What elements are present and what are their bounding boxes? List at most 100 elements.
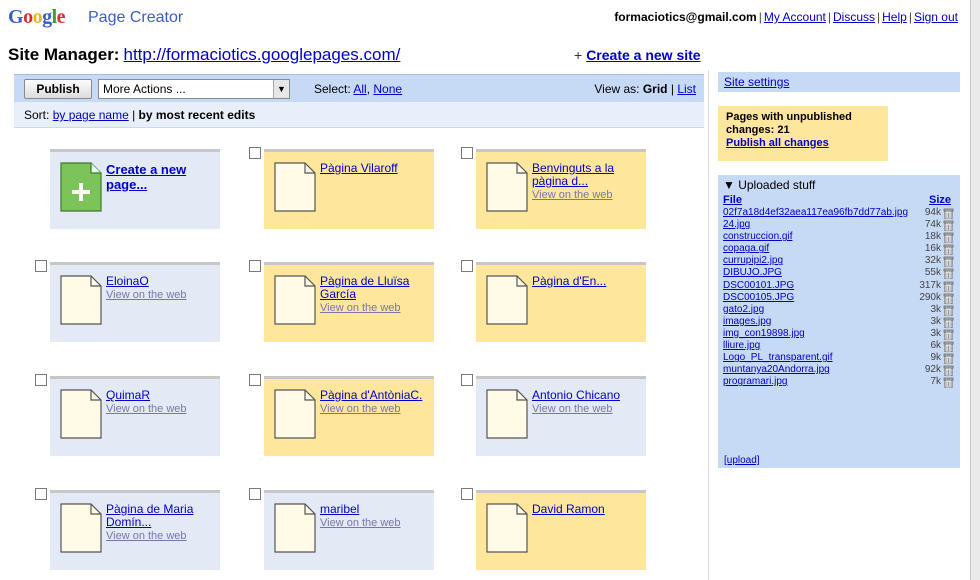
page-name-link[interactable]: David Ramon — [532, 503, 642, 516]
file-link[interactable]: 24.jpg — [723, 219, 750, 230]
page-tile[interactable]: Antonio Chicano View on the web — [461, 374, 646, 456]
page-name-link[interactable]: Pàgina d'En... — [532, 275, 642, 288]
sort-by-name-link[interactable]: by page name — [53, 108, 129, 122]
file-link[interactable]: lliure.jpg — [723, 340, 760, 351]
page-name-link[interactable]: Pàgina de Maria Domín... — [106, 503, 216, 529]
scrollbar[interactable] — [970, 0, 980, 580]
file-link[interactable]: DIBUJO.JPG — [723, 267, 782, 278]
page-checkbox[interactable] — [461, 147, 473, 159]
view-on-web-link[interactable]: View on the web — [106, 289, 187, 301]
page-icon[interactable] — [486, 162, 528, 212]
publish-all-link[interactable]: Publish all changes — [726, 137, 829, 149]
page-name-link[interactable]: maribel — [320, 503, 430, 516]
file-link[interactable]: programari.jpg — [723, 376, 787, 387]
view-list-link[interactable]: List — [677, 82, 696, 96]
page-tile[interactable]: EloinaO View on the web — [35, 260, 220, 342]
page-tile[interactable]: David Ramon — [461, 488, 646, 570]
file-link[interactable]: 02f7a18d4ef32aea117ea96fb7dd77ab.jpg — [723, 207, 908, 218]
help-link[interactable]: Help — [882, 10, 907, 24]
page-icon[interactable] — [486, 503, 528, 553]
view-on-web-link[interactable]: View on the web — [532, 189, 613, 201]
uploaded-stuff-toggle[interactable]: ▼ Uploaded stuff — [723, 178, 955, 192]
page-tile[interactable]: Pàgina Vilaroff — [249, 147, 434, 229]
page-tile[interactable]: maribel View on the web — [249, 488, 434, 570]
page-icon[interactable] — [274, 162, 316, 212]
page-icon[interactable] — [60, 275, 102, 325]
page-icon[interactable] — [60, 389, 102, 439]
more-actions-select[interactable]: More Actions ... ▼ — [98, 79, 290, 99]
trash-icon[interactable] — [943, 293, 954, 305]
page-name-link[interactable]: Benvinguts a la pàgina d... — [532, 162, 642, 188]
new-page-icon[interactable] — [60, 162, 102, 212]
view-on-web-link[interactable]: View on the web — [106, 403, 187, 415]
page-icon[interactable] — [274, 503, 316, 553]
google-logo[interactable]: Google — [8, 6, 66, 29]
view-on-web-link[interactable]: View on the web — [106, 530, 187, 542]
file-link[interactable]: muntanya20Andorra.jpg — [723, 364, 830, 375]
trash-icon[interactable] — [943, 220, 954, 232]
page-tile[interactable]: Pàgina d'AntòniaC. View on the web — [249, 374, 434, 456]
publish-button[interactable]: Publish — [24, 79, 92, 99]
page-checkbox[interactable] — [249, 488, 261, 500]
file-column-header[interactable]: File — [723, 194, 742, 206]
trash-icon[interactable] — [943, 365, 954, 377]
page-tile[interactable]: Pàgina de Lluïsa García View on the web — [249, 260, 434, 342]
trash-icon[interactable] — [943, 268, 954, 280]
file-link[interactable]: images.jpg — [723, 316, 771, 327]
trash-icon[interactable] — [943, 244, 954, 256]
page-icon[interactable] — [274, 389, 316, 439]
page-name-link[interactable]: Create a new page... — [106, 162, 216, 192]
page-tile[interactable]: Benvinguts a la pàgina d... View on the w… — [461, 147, 646, 229]
file-link[interactable]: copaga.gif — [723, 243, 769, 254]
view-on-web-link[interactable]: View on the web — [320, 517, 401, 529]
size-column-header[interactable]: Size — [929, 194, 951, 206]
site-url-link[interactable]: http://formaciotics.googlepages.com/ — [123, 45, 400, 64]
trash-icon[interactable] — [943, 353, 954, 365]
page-checkbox[interactable] — [249, 260, 261, 272]
page-checkbox[interactable] — [249, 374, 261, 386]
file-link[interactable]: currupipi2.jpg — [723, 255, 783, 266]
file-link[interactable]: DSC00105.JPG — [723, 292, 794, 303]
create-page-tile[interactable]: Create a new page... — [50, 149, 220, 229]
page-checkbox[interactable] — [249, 147, 261, 159]
trash-icon[interactable] — [943, 317, 954, 329]
discuss-link[interactable]: Discuss — [833, 10, 875, 24]
page-name-link[interactable]: QuimaR — [106, 389, 216, 402]
file-link[interactable]: gato2.jpg — [723, 304, 764, 315]
page-name-link[interactable]: EloinaO — [106, 275, 216, 288]
view-on-web-link[interactable]: View on the web — [320, 302, 401, 314]
file-link[interactable]: img_con19898.jpg — [723, 328, 805, 339]
file-link[interactable]: construccion.gif — [723, 231, 792, 242]
my-account-link[interactable]: My Account — [764, 10, 826, 24]
trash-icon[interactable] — [943, 305, 954, 317]
page-icon[interactable] — [274, 275, 316, 325]
page-tile[interactable]: Pàgina de Maria Domín... View on the web — [35, 488, 220, 570]
site-settings-link[interactable]: Site settings — [724, 75, 789, 89]
page-checkbox[interactable] — [35, 374, 47, 386]
page-checkbox[interactable] — [461, 260, 473, 272]
page-name-link[interactable]: Pàgina Vilaroff — [320, 162, 430, 175]
file-link[interactable]: Logo_PL_transparent.gif — [723, 352, 833, 363]
page-tile[interactable]: Pàgina d'En... — [461, 260, 646, 342]
trash-icon[interactable] — [943, 281, 954, 293]
page-checkbox[interactable] — [35, 260, 47, 272]
page-tile[interactable]: QuimaR View on the web — [35, 374, 220, 456]
page-icon[interactable] — [486, 275, 528, 325]
trash-icon[interactable] — [943, 329, 954, 341]
upload-link[interactable]: [upload] — [724, 455, 760, 466]
select-all-link[interactable]: All — [353, 82, 366, 96]
view-on-web-link[interactable]: View on the web — [532, 403, 613, 415]
select-none-link[interactable]: None — [373, 82, 402, 96]
page-checkbox[interactable] — [461, 488, 473, 500]
page-name-link[interactable]: Pàgina d'AntòniaC. — [320, 389, 430, 402]
view-on-web-link[interactable]: View on the web — [320, 403, 401, 415]
page-icon[interactable] — [486, 389, 528, 439]
page-checkbox[interactable] — [461, 374, 473, 386]
page-icon[interactable] — [60, 503, 102, 553]
trash-icon[interactable] — [943, 377, 954, 389]
create-new-site-link[interactable]: Create a new site — [586, 47, 700, 63]
chevron-down-icon[interactable]: ▼ — [273, 80, 289, 98]
trash-icon[interactable] — [943, 341, 954, 353]
file-link[interactable]: DSC00101.JPG — [723, 280, 794, 291]
trash-icon[interactable] — [943, 208, 954, 220]
